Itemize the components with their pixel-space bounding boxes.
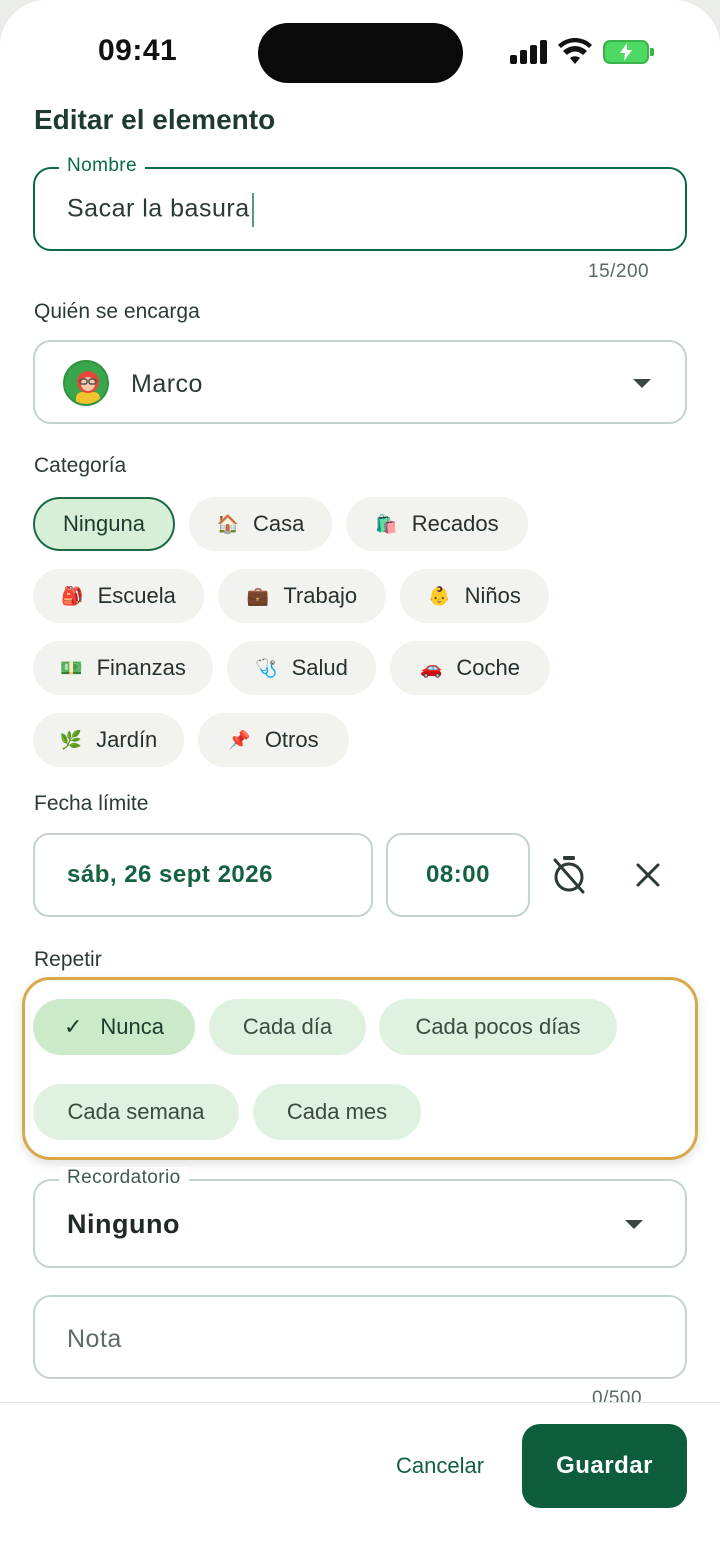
money-icon: 💵 — [60, 657, 83, 678]
chip-label: Trabajo — [283, 583, 358, 608]
save-button[interactable]: Guardar — [522, 1424, 687, 1508]
reminder-dropdown[interactable]: Recordatorio Ninguno — [33, 1167, 687, 1268]
battery-charging-icon — [603, 40, 654, 64]
assignee-value: Marco — [131, 370, 203, 398]
category-label: Categoría — [34, 454, 127, 477]
cancel-button[interactable]: Cancelar — [396, 1453, 484, 1479]
backpack-icon: 🎒 — [61, 585, 84, 606]
category-chip-ninguna[interactable]: Ninguna — [33, 497, 175, 551]
category-chip-escuela[interactable]: 🎒 Escuela — [33, 569, 204, 623]
name-field-label: Nombre — [59, 155, 145, 177]
page-title: Editar el elemento — [34, 104, 276, 135]
category-chip-ninos[interactable]: 👶 Niños — [400, 569, 549, 623]
name-field-value: Sacar la basura — [67, 194, 250, 223]
cellular-signal-icon — [510, 40, 548, 64]
stethoscope-icon: 🩺 — [255, 657, 278, 678]
repeat-chip-cada-pocos-dias[interactable]: Cada pocos días — [379, 999, 617, 1055]
repeat-label: Repetir — [34, 948, 102, 971]
category-chip-otros[interactable]: 📌 Otros — [198, 713, 349, 767]
status-time: 09:41 — [98, 34, 178, 67]
reminder-label: Recordatorio — [59, 1167, 189, 1189]
chip-label: Casa — [253, 511, 305, 536]
clear-date-close-icon[interactable] — [635, 862, 661, 888]
chip-label: Cada pocos días — [415, 1014, 581, 1039]
deadline-label: Fecha límite — [34, 792, 149, 815]
car-icon: 🚗 — [419, 657, 443, 678]
category-chip-casa[interactable]: 🏠 Casa — [189, 497, 332, 551]
chip-label: Escuela — [97, 583, 176, 608]
baby-icon: 👶 — [428, 585, 451, 606]
category-chip-recados[interactable]: 🛍️ Recados — [346, 497, 528, 551]
dynamic-island — [258, 23, 463, 83]
name-char-counter: 15/200 — [588, 261, 650, 282]
shopping-bag-icon: 🛍️ — [375, 513, 398, 534]
chip-label: Cada semana — [67, 1099, 205, 1124]
wifi-icon — [558, 38, 592, 64]
reminder-value: Ninguno — [67, 1209, 180, 1239]
chip-label: Coche — [456, 655, 520, 680]
pushpin-icon: 📌 — [228, 729, 251, 750]
chip-label: Cada mes — [286, 1099, 388, 1124]
chip-label: Niños — [464, 583, 521, 608]
checkmark-icon: ✓ — [63, 1014, 83, 1039]
avatar — [63, 360, 109, 406]
chip-label: Cada día — [242, 1014, 333, 1039]
category-chip-coche[interactable]: 🚗 Coche — [390, 641, 550, 695]
chip-label: Finanzas — [96, 655, 186, 680]
repeat-chip-nunca[interactable]: ✓ Nunca — [33, 999, 195, 1055]
briefcase-icon: 💼 — [246, 585, 270, 606]
name-field[interactable]: Nombre Sacar la basura — [33, 155, 687, 251]
time-picker-button[interactable]: 08:00 — [386, 833, 530, 917]
house-icon: 🏠 — [216, 513, 240, 534]
category-chip-trabajo[interactable]: 💼 Trabajo — [218, 569, 386, 623]
category-chip-salud[interactable]: 🩺 Salud — [227, 641, 376, 695]
chip-label: Ninguna — [63, 511, 145, 536]
chip-label: Nunca — [100, 1014, 165, 1039]
timer-off-icon[interactable] — [550, 854, 588, 894]
chip-label: Salud — [291, 655, 348, 680]
category-chip-jardin[interactable]: 🌿 Jardín — [33, 713, 184, 767]
chevron-down-icon — [625, 1220, 643, 1229]
screen: 09:41 Editar el elemento Nombre Sacar la… — [0, 0, 720, 1564]
chip-label: Otros — [264, 727, 319, 752]
assignee-label: Quién se encarga — [34, 300, 200, 323]
note-field[interactable]: Nota — [33, 1295, 687, 1379]
herb-icon: 🌿 — [59, 729, 83, 750]
text-caret — [251, 193, 254, 227]
repeat-chip-cada-mes[interactable]: Cada mes — [253, 1084, 421, 1140]
chevron-down-icon — [633, 379, 651, 388]
repeat-chip-cada-semana[interactable]: Cada semana — [33, 1084, 239, 1140]
chip-label: Recados — [411, 511, 499, 536]
assignee-dropdown[interactable]: Marco — [33, 340, 687, 424]
date-picker-button[interactable]: sáb, 26 sept 2026 — [33, 833, 373, 917]
repeat-chip-cada-dia[interactable]: Cada día — [209, 999, 366, 1055]
note-placeholder: Nota — [67, 1325, 122, 1353]
category-chip-finanzas[interactable]: 💵 Finanzas — [33, 641, 213, 695]
chip-label: Jardín — [96, 727, 158, 752]
